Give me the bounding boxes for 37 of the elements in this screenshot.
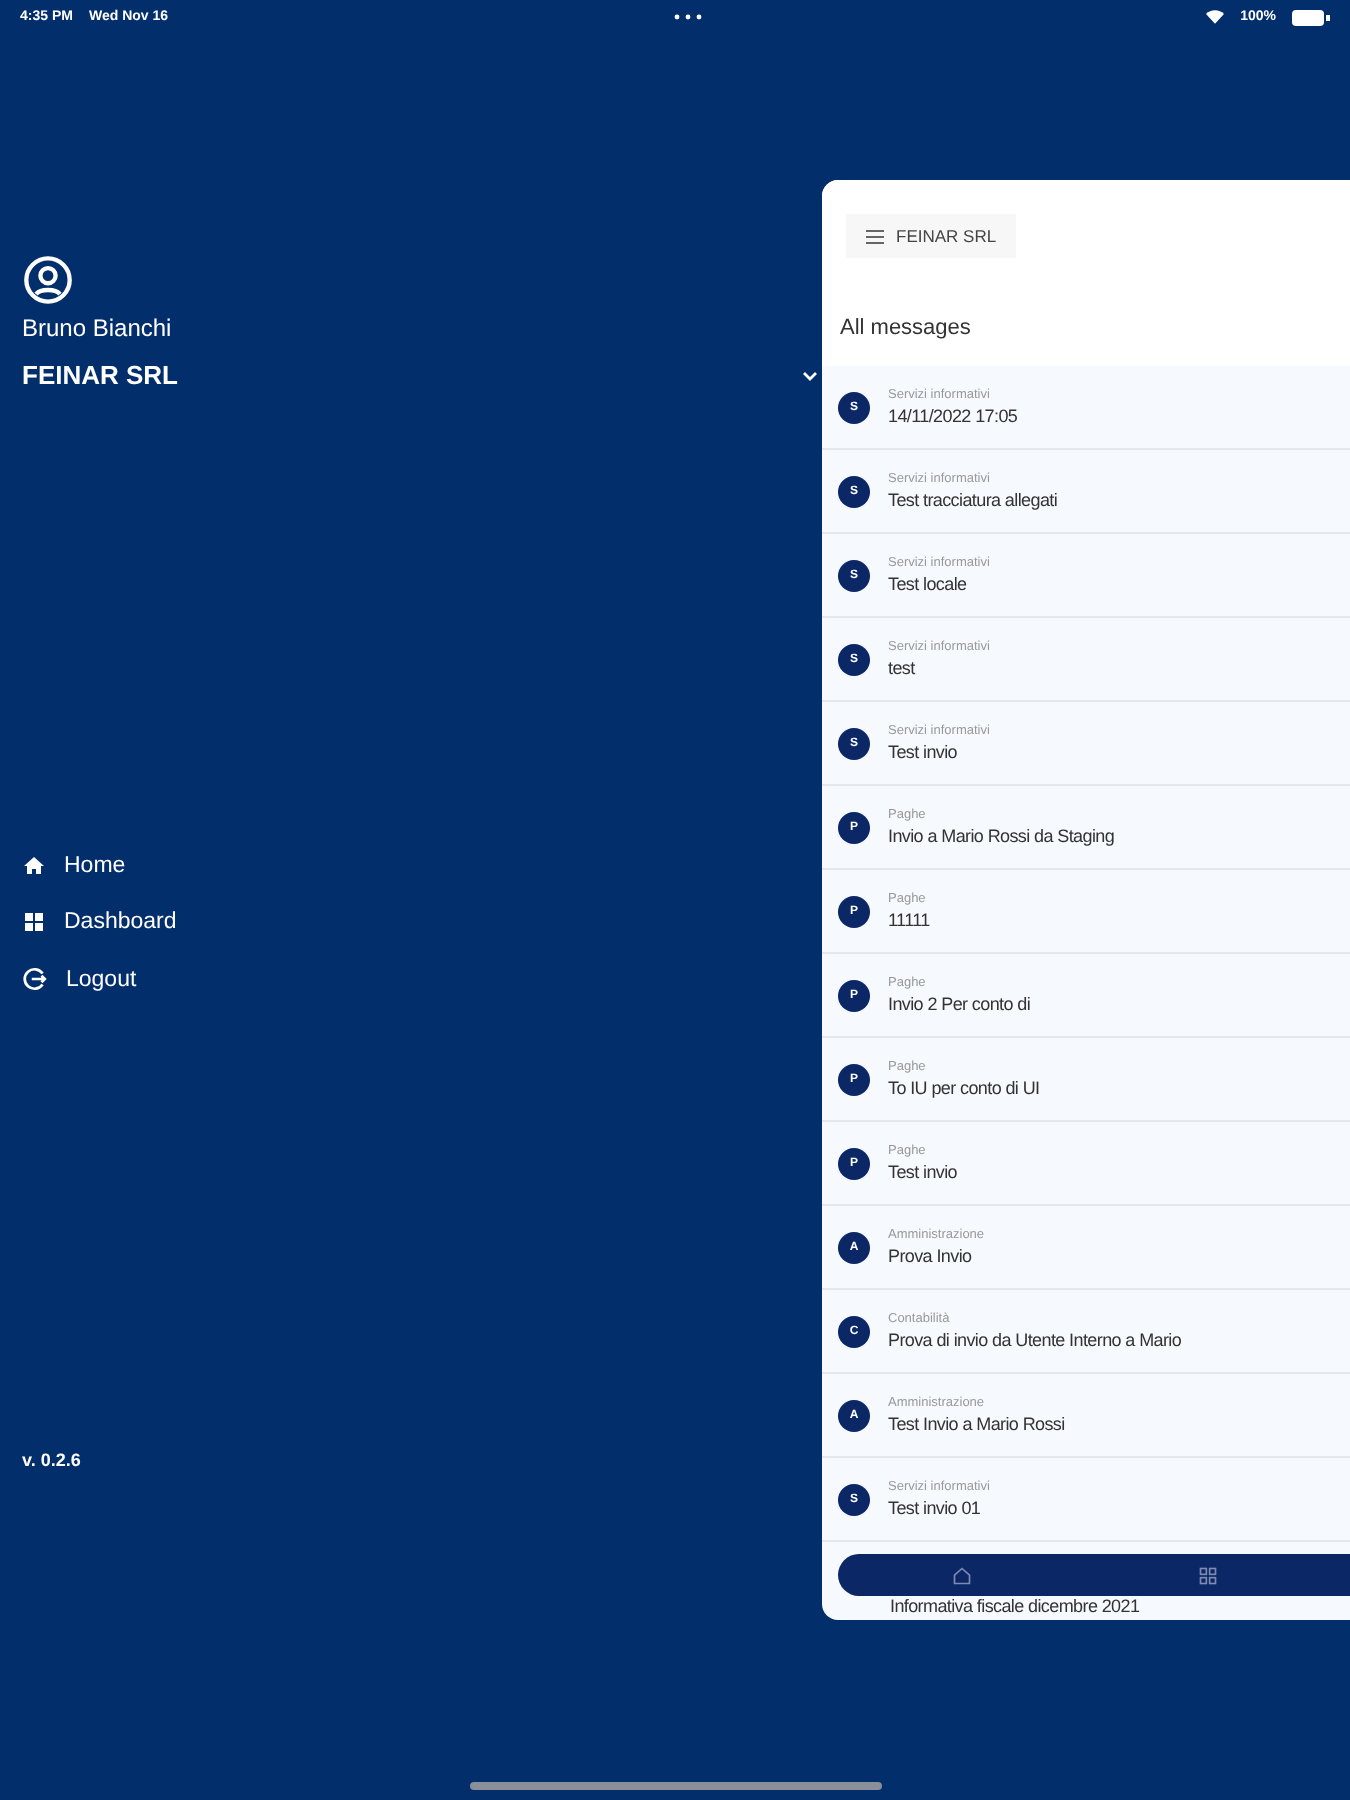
company-selector[interactable]: FEINAR SRL bbox=[846, 214, 1017, 258]
home-icon[interactable] bbox=[951, 1565, 971, 1585]
message-title: Invio a Mario Rossi da Staging bbox=[888, 826, 1115, 846]
message-title: test bbox=[888, 658, 917, 678]
company-name: FEINAR SRL bbox=[22, 360, 178, 390]
dashboard-icon[interactable] bbox=[1197, 1565, 1217, 1585]
version-text: v. 0.2.6 bbox=[22, 1450, 83, 1470]
menu-item[interactable]: Home bbox=[22, 854, 822, 878]
page-title: All messages bbox=[822, 292, 1350, 366]
message-title: Test Invio a Mario Rossi bbox=[888, 1414, 1065, 1434]
user-avatar-icon bbox=[22, 254, 74, 306]
battery-icon bbox=[1292, 9, 1330, 25]
logout-icon bbox=[22, 966, 48, 992]
message-title: Test tracciatura allegati bbox=[888, 490, 1058, 510]
user-name: Bruno Bianchi bbox=[22, 314, 174, 342]
more-icon bbox=[673, 14, 702, 20]
menu-item[interactable]: Dashboard bbox=[22, 910, 822, 934]
menu-item[interactable]: Logout bbox=[22, 966, 822, 992]
menu-label: Home bbox=[64, 854, 126, 878]
menu-label: Dashboard bbox=[64, 910, 177, 934]
dashboard-icon bbox=[22, 910, 46, 934]
menu-label: Logout bbox=[66, 967, 137, 991]
message-title: 14/11/2022 17:05 bbox=[888, 406, 1018, 426]
message-title: Test invio bbox=[888, 1162, 958, 1182]
home-icon bbox=[22, 854, 46, 878]
menu-icon bbox=[866, 229, 884, 243]
message-title: Test invio 01 bbox=[888, 1498, 983, 1518]
message-title: 11111 bbox=[888, 910, 930, 930]
wifi-icon bbox=[1206, 10, 1225, 24]
chevron-down-icon[interactable] bbox=[802, 369, 818, 381]
message-title[interactable]: Informativa fiscale dicembre 2021 bbox=[890, 1596, 1140, 1616]
message-title: To IU per conto di UI bbox=[888, 1078, 1040, 1098]
message-title: Prova Invio bbox=[888, 1246, 974, 1266]
message-title: Test invio bbox=[888, 742, 960, 762]
message-title: Invio 2 Per conto di bbox=[888, 994, 1031, 1014]
message-title: Test locale bbox=[888, 574, 969, 594]
message-title: Prova di invio da Utente Interno a Mario bbox=[888, 1330, 1182, 1350]
